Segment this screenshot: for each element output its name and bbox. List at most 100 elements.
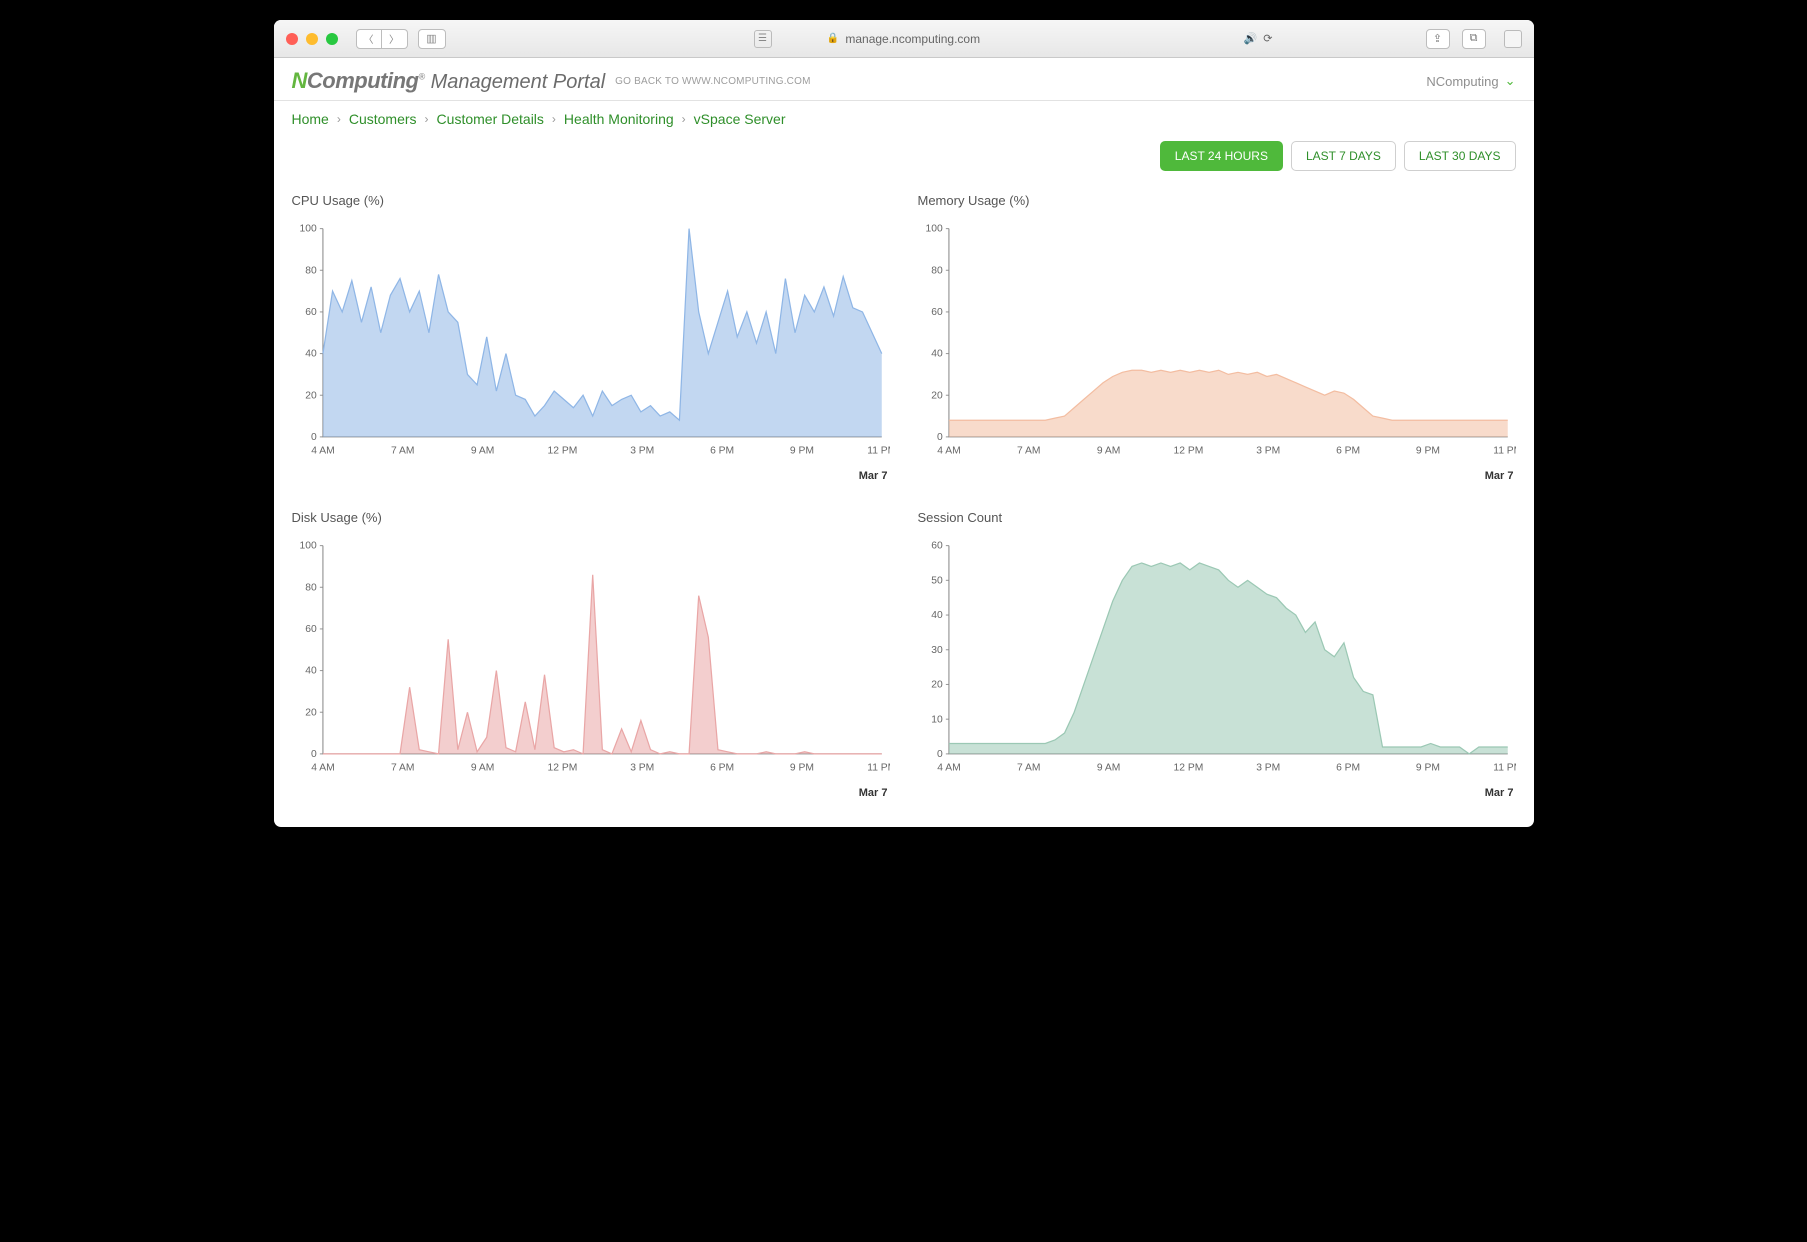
chart-date-label: Mar 7 (918, 470, 1516, 482)
time-range-selector: LAST 24 HOURS LAST 7 DAYS LAST 30 DAYS (274, 131, 1534, 171)
chart-session-count: Session Count01020304050604 AM7 AM9 AM12… (918, 510, 1516, 799)
svg-text:7 AM: 7 AM (1017, 762, 1040, 773)
svg-text:40: 40 (931, 610, 943, 621)
svg-text:11 PM: 11 PM (867, 445, 890, 456)
svg-text:9 PM: 9 PM (1415, 762, 1439, 773)
range-24h-button[interactable]: LAST 24 HOURS (1160, 141, 1283, 171)
org-label: NComputing (1426, 74, 1498, 89)
svg-text:0: 0 (937, 749, 943, 760)
back-button[interactable]: 〈 (356, 29, 382, 49)
svg-text:9 PM: 9 PM (1415, 445, 1439, 456)
svg-text:4 AM: 4 AM (937, 762, 960, 773)
svg-text:12 PM: 12 PM (547, 445, 577, 456)
chevron-right-icon: › (682, 112, 686, 126)
svg-text:6 PM: 6 PM (1336, 445, 1360, 456)
chart-plot: 01020304050604 AM7 AM9 AM12 PM3 PM6 PM9 … (918, 533, 1516, 783)
crumb-vspace-server[interactable]: vSpace Server (694, 111, 786, 127)
svg-text:9 PM: 9 PM (789, 762, 813, 773)
chart-title: Disk Usage (%) (292, 510, 890, 525)
chevron-right-icon: › (552, 112, 556, 126)
chart-plot: 0204060801004 AM7 AM9 AM12 PM3 PM6 PM9 P… (292, 533, 890, 783)
svg-text:60: 60 (305, 307, 317, 318)
new-tab-icon[interactable] (1504, 30, 1522, 48)
chart-title: Memory Usage (%) (918, 193, 1516, 208)
svg-text:0: 0 (311, 749, 317, 760)
nav-arrows: 〈 〉 (356, 29, 408, 49)
svg-text:40: 40 (305, 349, 317, 360)
audio-icon[interactable]: 🔊 (1244, 32, 1258, 45)
svg-text:12 PM: 12 PM (547, 762, 577, 773)
chart-plot: 0204060801004 AM7 AM9 AM12 PM3 PM6 PM9 P… (292, 216, 890, 466)
portal-title: Management Portal (431, 71, 606, 94)
chart-title: CPU Usage (%) (292, 193, 890, 208)
svg-text:0: 0 (311, 432, 317, 443)
svg-text:40: 40 (931, 349, 943, 360)
svg-text:20: 20 (305, 390, 317, 401)
svg-text:9 AM: 9 AM (1096, 445, 1119, 456)
portal-header: NComputing® Management Portal GO BACK TO… (274, 58, 1534, 101)
tabs-icon[interactable]: ⧉ (1462, 29, 1486, 49)
svg-text:9 AM: 9 AM (470, 762, 493, 773)
range-7d-button[interactable]: LAST 7 DAYS (1291, 141, 1396, 171)
svg-text:80: 80 (931, 265, 943, 276)
svg-text:20: 20 (305, 707, 317, 718)
svg-text:10: 10 (931, 714, 943, 725)
crumb-customers[interactable]: Customers (349, 111, 417, 127)
charts-grid: CPU Usage (%)0204060801004 AM7 AM9 AM12 … (274, 171, 1534, 827)
svg-text:60: 60 (305, 624, 317, 635)
chart-title: Session Count (918, 510, 1516, 525)
page-indicators: 🔊 ⟳ (1244, 32, 1273, 45)
svg-text:60: 60 (931, 541, 943, 552)
svg-text:100: 100 (299, 541, 316, 552)
forward-button[interactable]: 〉 (382, 29, 408, 49)
svg-text:11 PM: 11 PM (1493, 445, 1516, 456)
go-back-link[interactable]: GO BACK TO WWW.NCOMPUTING.COM (615, 76, 810, 87)
svg-text:7 AM: 7 AM (1017, 445, 1040, 456)
brand-logo: NComputing® (292, 68, 425, 94)
svg-text:7 AM: 7 AM (391, 762, 414, 773)
reader-icon[interactable]: ☰ (754, 30, 772, 48)
svg-text:3 PM: 3 PM (1256, 762, 1280, 773)
browser-titlebar: 〈 〉 ▥ ☰ 🔒 manage.ncomputing.com 🔊 ⟳ ⇪ ⧉ (274, 20, 1534, 58)
svg-text:9 PM: 9 PM (789, 445, 813, 456)
svg-text:3 PM: 3 PM (630, 762, 654, 773)
svg-text:0: 0 (937, 432, 943, 443)
maximize-icon[interactable] (326, 33, 338, 45)
address-bar[interactable]: 🔒 manage.ncomputing.com (827, 32, 980, 46)
reload-icon[interactable]: ⟳ (1263, 32, 1272, 45)
svg-text:100: 100 (299, 224, 316, 235)
svg-text:12 PM: 12 PM (1173, 762, 1203, 773)
breadcrumb: Home › Customers › Customer Details › He… (274, 101, 1534, 131)
crumb-health-monitoring[interactable]: Health Monitoring (564, 111, 674, 127)
svg-text:3 PM: 3 PM (1256, 445, 1280, 456)
share-icon[interactable]: ⇪ (1426, 29, 1450, 49)
close-icon[interactable] (286, 33, 298, 45)
svg-text:3 PM: 3 PM (630, 445, 654, 456)
svg-text:80: 80 (305, 265, 317, 276)
svg-text:7 AM: 7 AM (391, 445, 414, 456)
chart-cpu-usage-: CPU Usage (%)0204060801004 AM7 AM9 AM12 … (292, 193, 890, 482)
chart-disk-usage-: Disk Usage (%)0204060801004 AM7 AM9 AM12… (292, 510, 890, 799)
range-30d-button[interactable]: LAST 30 DAYS (1404, 141, 1516, 171)
chevron-down-icon: ⌄ (1505, 73, 1516, 89)
org-menu[interactable]: NComputing ⌄ (1426, 73, 1515, 89)
crumb-home[interactable]: Home (292, 111, 329, 127)
chart-plot: 0204060801004 AM7 AM9 AM12 PM3 PM6 PM9 P… (918, 216, 1516, 466)
chevron-right-icon: › (337, 112, 341, 126)
sidebar-toggle-icon[interactable]: ▥ (418, 29, 446, 49)
svg-text:60: 60 (931, 307, 943, 318)
crumb-customer-details[interactable]: Customer Details (437, 111, 544, 127)
svg-text:6 PM: 6 PM (710, 762, 734, 773)
svg-text:11 PM: 11 PM (1493, 762, 1516, 773)
chevron-right-icon: › (425, 112, 429, 126)
svg-text:40: 40 (305, 666, 317, 677)
svg-text:6 PM: 6 PM (710, 445, 734, 456)
svg-text:50: 50 (931, 575, 943, 586)
svg-text:20: 20 (931, 680, 943, 691)
chart-memory-usage-: Memory Usage (%)0204060801004 AM7 AM9 AM… (918, 193, 1516, 482)
minimize-icon[interactable] (306, 33, 318, 45)
svg-text:4 AM: 4 AM (311, 762, 334, 773)
lock-icon: 🔒 (827, 33, 839, 44)
chart-date-label: Mar 7 (292, 470, 890, 482)
svg-text:9 AM: 9 AM (470, 445, 493, 456)
